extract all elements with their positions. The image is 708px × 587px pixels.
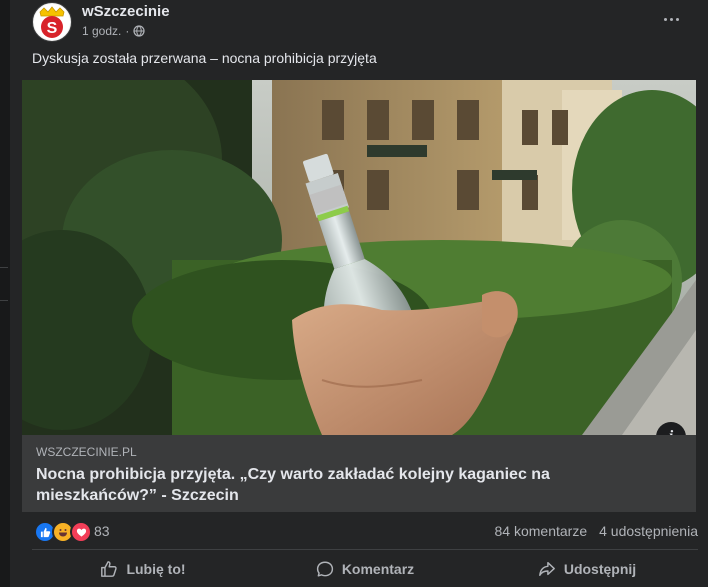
- like-button[interactable]: Lubię to!: [32, 552, 254, 586]
- comment-button[interactable]: Komentarz: [254, 552, 476, 586]
- post-stats: 83 84 komentarze 4 udostępnienia: [32, 519, 698, 543]
- dot-icon: [675, 17, 679, 21]
- more-options-button[interactable]: [658, 6, 684, 32]
- actions-divider: [32, 549, 698, 550]
- post-actions: Lubię to! Komentarz Udostępnij: [32, 552, 698, 586]
- link-preview-box[interactable]: WSZCZECINIE.PL Nocna prohibicja przyjęta…: [22, 435, 696, 512]
- post-header: S wSzczecinie 1 godz. ·: [10, 0, 708, 50]
- share-button[interactable]: Udostępnij: [476, 552, 698, 586]
- dot-icon: [663, 17, 667, 21]
- wszczecinie-logo-icon: S: [34, 4, 70, 40]
- divider: [0, 267, 8, 268]
- post-meta: 1 godz. ·: [82, 24, 145, 38]
- post-text: Dyskusja została przerwana – nocna prohi…: [32, 50, 377, 66]
- like-button-label: Lubię to!: [126, 561, 186, 577]
- engagement-stats: 84 komentarze 4 udostępnienia: [495, 523, 698, 539]
- post-card: S wSzczecinie 1 godz. · Dyskusja została…: [10, 0, 708, 587]
- share-arrow-icon: [538, 561, 555, 577]
- reaction-count[interactable]: 83: [94, 523, 110, 539]
- divider: [0, 300, 8, 301]
- globe-icon[interactable]: [133, 25, 145, 37]
- comment-button-label: Komentarz: [341, 561, 415, 577]
- link-preview-image[interactable]: [22, 80, 696, 435]
- link-domain: WSZCZECINIE.PL: [36, 445, 137, 459]
- love-reaction-icon: [70, 521, 92, 543]
- bottle-photo-image: [22, 80, 696, 435]
- feed-left-edge: [0, 0, 8, 587]
- reaction-icons[interactable]: [34, 521, 92, 543]
- post-timestamp[interactable]: 1 godz.: [82, 24, 121, 38]
- svg-text:S: S: [47, 20, 58, 37]
- dot-icon: [669, 17, 673, 21]
- share-button-label: Udostępnij: [563, 561, 637, 577]
- page-avatar[interactable]: S: [32, 2, 72, 42]
- shares-count-link[interactable]: 4 udostępnienia: [599, 523, 698, 539]
- page-name-link[interactable]: wSzczecinie: [82, 3, 170, 20]
- link-title[interactable]: Nocna prohibicja przyjęta. „Czy warto za…: [36, 464, 596, 506]
- meta-separator: ·: [125, 24, 130, 38]
- thumbs-up-icon: [101, 561, 118, 577]
- comments-count-link[interactable]: 84 komentarze: [495, 523, 588, 539]
- comment-bubble-icon: [316, 561, 333, 577]
